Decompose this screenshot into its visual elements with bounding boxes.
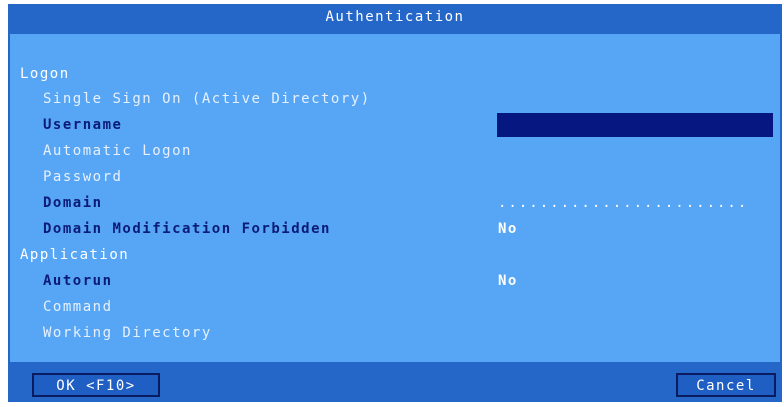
- username-input[interactable]: [497, 113, 773, 137]
- section-logon: Logon: [20, 66, 70, 82]
- domain-modification-value[interactable]: No: [498, 217, 518, 241]
- domain-modification-label: Domain Modification Forbidden: [43, 221, 331, 237]
- settings-panel: Logon Single Sign On (Active Directory) …: [10, 34, 780, 362]
- autorun-label: Autorun: [43, 273, 113, 289]
- ok-button[interactable]: OK <F10>: [32, 373, 160, 397]
- section-application: Application: [20, 247, 130, 263]
- autorun-value[interactable]: No: [498, 269, 518, 293]
- authentication-dialog: Authentication Logon Single Sign On (Act…: [8, 4, 782, 402]
- single-sign-on-option[interactable]: Single Sign On (Active Directory): [43, 87, 371, 111]
- command-label: Command: [43, 299, 113, 315]
- password-label: Password: [43, 169, 123, 185]
- domain-field[interactable]: ........................: [498, 191, 774, 215]
- domain-label: Domain: [43, 195, 103, 211]
- working-directory-label: Working Directory: [43, 325, 212, 341]
- cancel-button[interactable]: Cancel: [676, 373, 776, 397]
- dialog-title: Authentication: [8, 4, 782, 31]
- automatic-logon-option[interactable]: Automatic Logon: [43, 139, 192, 163]
- username-label: Username: [43, 117, 123, 133]
